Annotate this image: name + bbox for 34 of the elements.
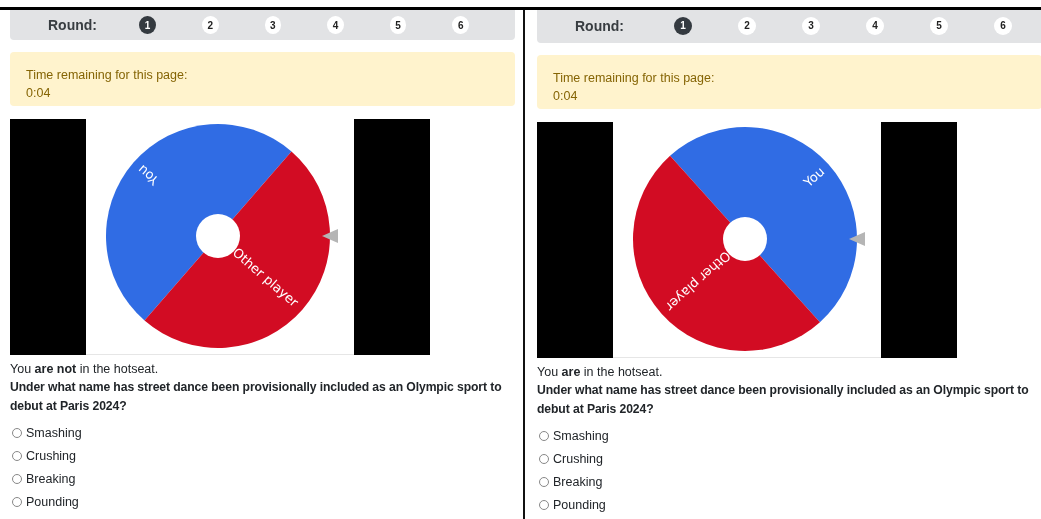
option-label[interactable]: Crushing	[26, 448, 77, 463]
question-text: Under what name has street dance been provisionally included as an Olympic sport to debut at Paris 2024?	[10, 379, 503, 415]
round-indicator: 1	[139, 16, 156, 34]
round-indicator: 5	[930, 16, 948, 35]
round-indicator: 3	[802, 16, 820, 35]
round-indicator: 5	[389, 16, 407, 34]
pointer-icon	[849, 232, 865, 246]
pointer-icon	[322, 229, 338, 243]
round-indicator: 6	[994, 16, 1012, 35]
segment-label: You	[800, 163, 828, 190]
round-indicator: 1	[674, 16, 692, 35]
timer-label: Time remaining for this page:	[553, 70, 716, 87]
option-label[interactable]: Breaking	[553, 474, 603, 489]
round-indicator: 4	[327, 16, 344, 34]
round-indicator: 2	[201, 16, 219, 34]
round-indicator: 3	[264, 16, 282, 34]
question-text: Under what name has street dance been provisionally included as an Olympic sport to debut at Paris 2024?	[537, 382, 1030, 418]
round-label: Round:	[48, 17, 98, 33]
option-label[interactable]: Pounding	[26, 494, 79, 509]
hotseat-status: You are not in the hotseat.	[10, 362, 160, 376]
round-label: Round:	[575, 17, 625, 34]
option-label[interactable]: Crushing	[553, 451, 604, 466]
round-indicator: 2	[738, 16, 756, 35]
option-label[interactable]: Pounding	[553, 497, 606, 512]
round-indicator: 4	[866, 16, 884, 35]
option-label[interactable]: Smashing	[553, 428, 609, 443]
segment-label: You	[134, 162, 162, 189]
round-indicator: 6	[452, 16, 469, 34]
timer-value: 0:04	[553, 88, 579, 105]
option-label[interactable]: Breaking	[26, 471, 76, 486]
timer-value: 0:04	[26, 85, 52, 102]
option-label[interactable]: Smashing	[26, 425, 82, 440]
hotseat-status: You are in the hotseat.	[537, 365, 664, 379]
timer-label: Time remaining for this page:	[26, 67, 189, 84]
